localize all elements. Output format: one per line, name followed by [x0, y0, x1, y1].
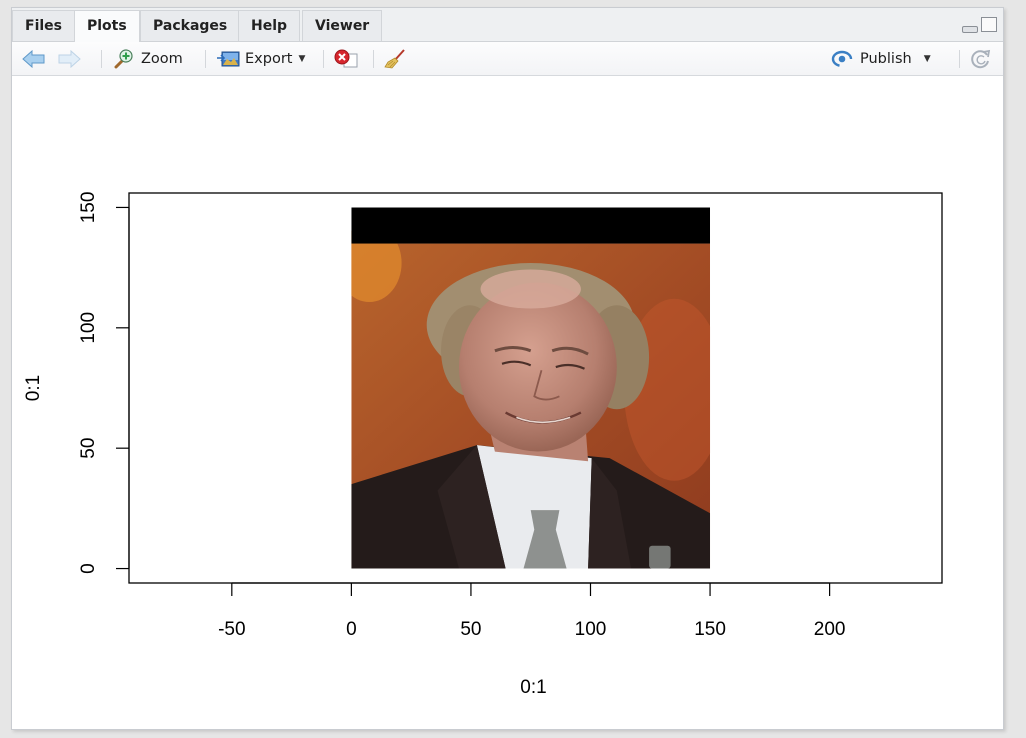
plot-area: -50 0 50 100 150 200 0 50 100 150 0:1 0:1: [23, 192, 943, 698]
raster-image: [351, 207, 711, 569]
x-axis-label: 0:1: [520, 677, 546, 698]
y-axis-label: 0:1: [23, 375, 44, 401]
y-axis: 0 50 100 150: [78, 192, 130, 574]
y-tick-label: 0: [78, 563, 99, 574]
black-band: [351, 207, 711, 244]
x-tick-label: 100: [575, 619, 607, 640]
y-tick-label: 150: [78, 192, 99, 224]
forehead-highlight: [480, 269, 581, 309]
x-tick-label: 50: [460, 619, 481, 640]
x-tick-label: 150: [694, 619, 726, 640]
microphone: [649, 545, 671, 569]
y-tick-label: 50: [78, 438, 99, 459]
y-tick-label: 100: [78, 312, 99, 344]
x-tick-label: 0: [346, 619, 357, 640]
x-tick-label: 200: [814, 619, 846, 640]
x-axis: -50 0 50 100 150 200: [218, 582, 846, 640]
x-tick-label: -50: [218, 619, 245, 640]
